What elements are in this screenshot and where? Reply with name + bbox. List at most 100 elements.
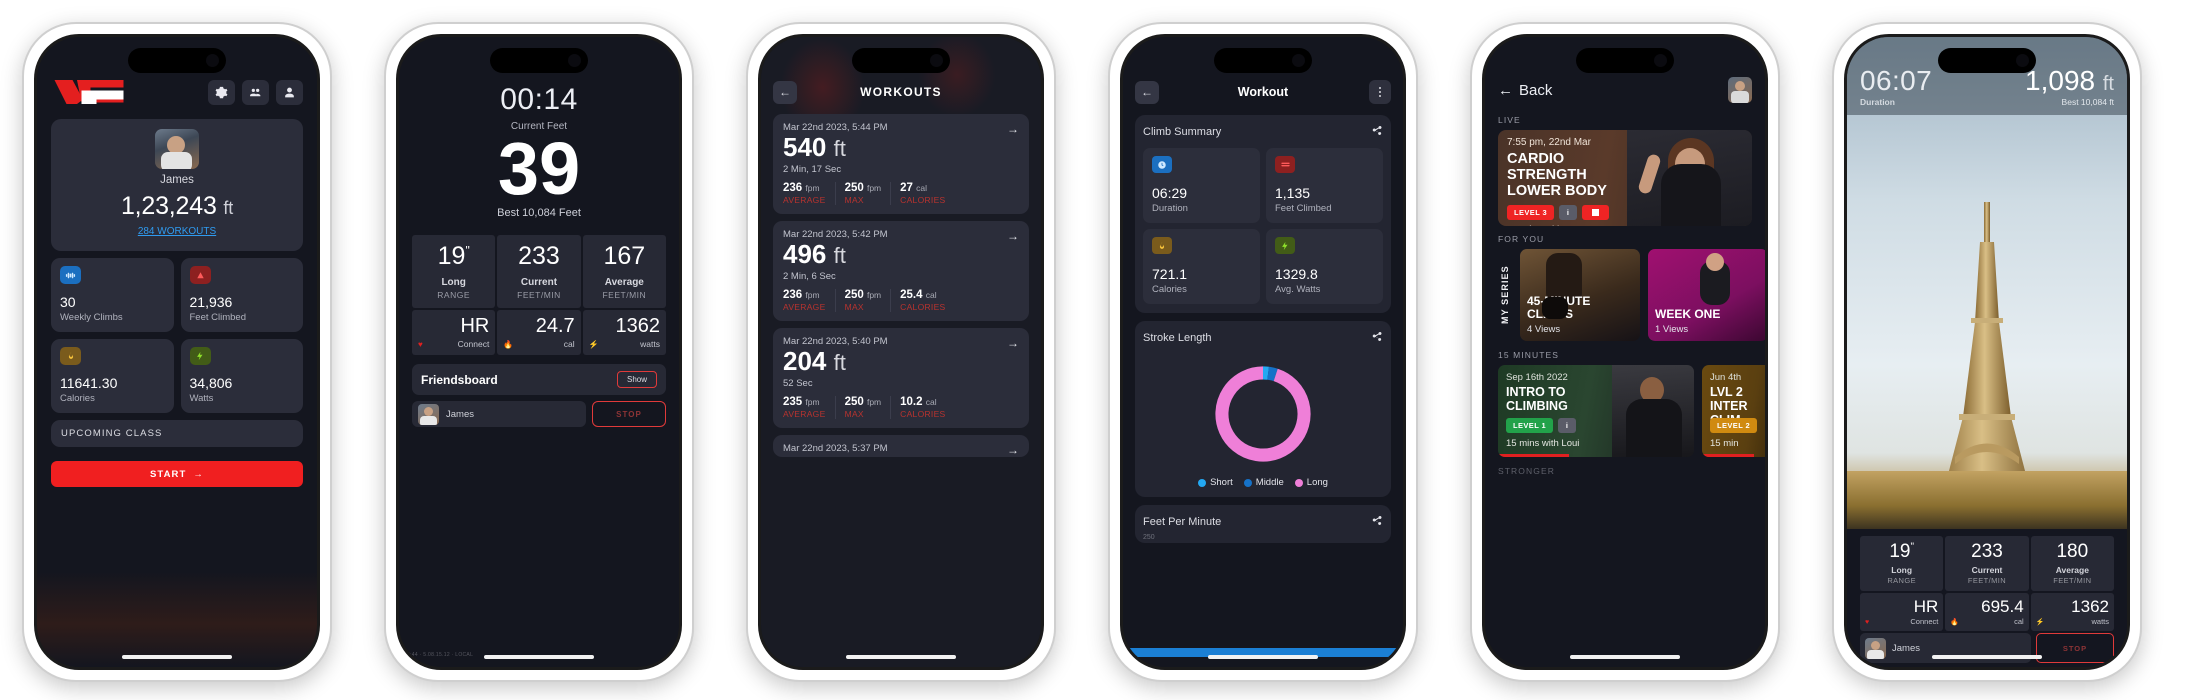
workout-row[interactable]: Mar 22nd 2023, 5:42 PM → 496 ft 2 Min, 6… (773, 220, 1029, 321)
live-class-card[interactable]: 7:55 pm, 22nd Mar CARDIO STRENGTH LOWER … (1498, 130, 1752, 226)
metric-value: 1362 (615, 315, 661, 338)
workout-row[interactable]: Mar 22nd 2023, 5:40 PM → 204 ft 52 Sec 2… (773, 327, 1029, 428)
class-card[interactable]: Jun 4th LVL 2 INTER CLIM LEVEL 2 15 min (1702, 365, 1765, 457)
metric-label: Average (604, 277, 644, 289)
arrow-right-icon[interactable]: → (1007, 443, 1019, 457)
for-you-row: MY SERIES 45-MINUTE CLIMBS 4 Views WEEK … (1498, 249, 1765, 341)
upcoming-class-header[interactable]: UPCOMING CLASS (51, 420, 303, 447)
metric-calories[interactable]: 695.4 🔥 cal (1945, 593, 2029, 631)
metric-long-range[interactable]: 19" Long RANGE (1860, 536, 1944, 591)
phone-5-screen: ← Back LIVE 7:55 pm, 22nd Mar CARDIO STR… (1482, 34, 1768, 670)
donut-segment-long (1215, 366, 1311, 462)
metric-unit: watts (640, 339, 660, 350)
workouts-link[interactable]: 284 WORKOUTS (138, 226, 216, 237)
metric-sublabel: RANGE (1887, 576, 1916, 585)
metric-calories[interactable]: 24.7 🔥 cal (497, 310, 581, 356)
stroke-length-section: Stroke Length Short Middle Long (1135, 321, 1391, 497)
detail-header: ← Workout (1135, 77, 1391, 107)
dashboard-content: James 1,23,243 ft 284 WORKOUTS 30 Weekly… (37, 37, 317, 667)
metric-heart-rate[interactable]: HR ♥ Connect (412, 310, 496, 356)
metric-unit: cal (2014, 617, 2024, 626)
gear-icon[interactable] (208, 79, 235, 105)
metric-value: 233 (1971, 541, 2003, 562)
metric-current-fpm[interactable]: 233 Current FEET/MIN (497, 235, 581, 309)
metric-long-range[interactable]: 19" Long RANGE (412, 235, 496, 309)
stop-button[interactable]: STOP (2036, 633, 2114, 663)
class-title: INTRO TO CLIMBING (1506, 385, 1568, 413)
home-indicator (846, 655, 956, 659)
arrow-right-icon[interactable]: → (1007, 229, 1019, 243)
class-card[interactable]: Sep 16th 2022 INTRO TO CLIMBING LEVEL 1 … (1498, 365, 1694, 457)
arrow-right-icon[interactable]: → (1007, 122, 1019, 136)
page-title: WORKOUTS (860, 85, 942, 99)
weights-icon (60, 266, 81, 284)
workout-stats: 236 fpm AVERAGE 250 fpm MAX 25.4 cal CALORI… (783, 288, 1019, 312)
metric-sublabel: FEET/MIN (517, 290, 561, 301)
stat-value: 11641.30 (60, 375, 118, 391)
phone-6-screen: 06:07 1,098 ft Duration Best 10,084 ft 1… (1844, 34, 2130, 670)
summary-feet-climbed[interactable]: 1,135 Feet Climbed (1266, 148, 1383, 223)
metric-average-fpm[interactable]: 180 Average FEET/MIN (2030, 536, 2114, 591)
avatar[interactable] (1728, 77, 1752, 103)
mountain-icon (189, 266, 211, 284)
series-card[interactable]: 45-MINUTE CLIMBS 4 Views (1520, 249, 1640, 341)
donut-segment-middle (1267, 366, 1278, 382)
summary-avg-watts[interactable]: 1329.8 Avg. Watts (1266, 229, 1383, 304)
screenshot-stage: James 1,23,243 ft 284 WORKOUTS 30 Weekly… (0, 0, 2205, 700)
metric-label: Long (1891, 565, 1913, 575)
duration-value: 06:07 (1860, 65, 1933, 96)
metric-sublabel: FEET/MIN (2053, 576, 2092, 585)
metric-heart-rate[interactable]: HR ♥ Connect (1860, 593, 1944, 631)
level-badge[interactable]: LEVEL 2 (1710, 418, 1758, 433)
metric-average-fpm[interactable]: 167 Average FEET/MIN (582, 235, 666, 309)
metric-watts[interactable]: 1362 ⚡ watts (2030, 593, 2114, 631)
climb-summary-section: Climb Summary 06:29 Duration 1,135 Feet … (1135, 115, 1391, 313)
level-badge[interactable]: LEVEL 1 (1506, 418, 1554, 433)
back-button[interactable]: ← Back (1498, 82, 1552, 99)
header-icon-buttons (208, 79, 303, 105)
workout-row-partial[interactable]: Mar 22nd 2023, 5:37 PM → (773, 434, 1029, 457)
section-title: Stroke Length (1143, 332, 1212, 344)
share-icon[interactable] (1371, 123, 1383, 141)
start-button[interactable]: START → (51, 461, 303, 487)
record-icon[interactable] (1582, 204, 1610, 220)
stat-calories[interactable]: 11641.30 Calories (51, 339, 174, 413)
share-icon[interactable] (1371, 513, 1383, 531)
metric-current-fpm[interactable]: 233 Current FEET/MIN (1945, 536, 2029, 591)
metric-value: 1362 (2071, 597, 2109, 616)
workout-row[interactable]: Mar 22nd 2023, 5:44 PM → 540 ft 2 Min, 1… (773, 114, 1029, 214)
summary-calories[interactable]: 721.1 Calories (1143, 229, 1260, 304)
user-name: James (160, 174, 194, 186)
arrow-right-icon[interactable]: → (1007, 336, 1019, 350)
stat-feet-climbed[interactable]: 21,936 Feet Climbed (180, 258, 303, 332)
person-icon[interactable] (276, 79, 303, 105)
dynamic-island (1576, 48, 1674, 73)
feet-per-minute-section: Feet Per Minute 250 (1135, 505, 1391, 543)
info-icon[interactable]: i (1558, 418, 1577, 433)
level-badge[interactable]: LEVEL 3 (1507, 204, 1555, 220)
arrow-right-icon: → (193, 468, 205, 480)
profile-summary-card[interactable]: James 1,23,243 ft 284 WORKOUTS (51, 119, 303, 251)
series-card[interactable]: WEEK ONE 1 Views (1648, 249, 1765, 341)
workout-duration: 2 Min, 6 Sec (783, 270, 836, 282)
share-icon[interactable] (1371, 329, 1383, 347)
best-label: Best 10,084 ft (2061, 97, 2114, 107)
info-icon[interactable]: i (1559, 204, 1578, 220)
stop-button[interactable]: STOP (592, 401, 666, 428)
fifteen-minutes-row: Sep 16th 2022 INTRO TO CLIMBING LEVEL 1 … (1498, 365, 1765, 457)
metric-watts[interactable]: 1362 ⚡ watts (582, 310, 666, 356)
stat-weekly-climbs[interactable]: 30 Weekly Climbs (51, 258, 174, 332)
stat-watts[interactable]: 34,806 Watts (180, 339, 303, 413)
people-icon[interactable] (242, 79, 269, 105)
class-date: Jun 4th (1710, 372, 1742, 383)
stat-value: 30 (60, 294, 76, 310)
scenic-ride-content: 06:07 1,098 ft Duration Best 10,084 ft 1… (1847, 37, 2127, 667)
summary-duration[interactable]: 06:29 Duration (1143, 148, 1260, 223)
phone-2-live-workout: 00:14 Current Feet 39 Best 10,084 Feet 1… (384, 22, 694, 682)
summary-label: Calories (1152, 284, 1187, 295)
section-15-minutes-label: 15 MINUTES (1498, 350, 1560, 360)
show-button[interactable]: Show (616, 371, 657, 389)
workout-duration: 52 Sec (783, 377, 813, 389)
workout-feet: 204 ft (783, 345, 846, 376)
friend-entry[interactable]: James (412, 401, 586, 428)
